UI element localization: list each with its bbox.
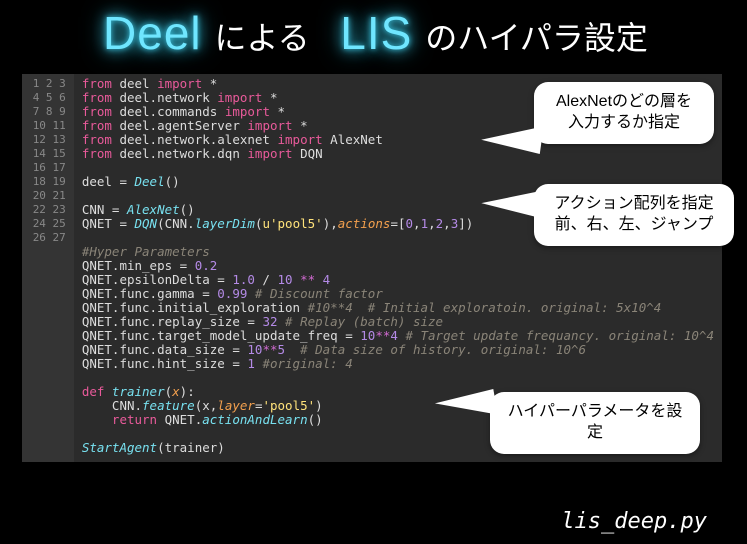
slide-root: Deel による LIS のハイパラ設定 1 2 3 4 5 6 7 8 9 1… (0, 0, 747, 544)
filename-label: lis_deep.py (561, 509, 707, 534)
callout-text: 前、右、左、ジャンプ (555, 216, 714, 233)
callout-text: ハイパーパラメータを設定 (508, 403, 683, 441)
title-jp1: による (215, 20, 310, 56)
callout-text: AlexNetのどの層を (556, 93, 692, 110)
callout-text: 入力するか指定 (568, 114, 680, 131)
title-jp2: のハイパラ設定 (425, 20, 648, 56)
line-number-gutter: 1 2 3 4 5 6 7 8 9 10 11 12 13 14 15 16 1… (22, 74, 74, 462)
title-brand-deel: Deel (99, 7, 206, 59)
title-brand-lis: LIS (336, 7, 416, 59)
callout-actions-spec: アクション配列を指定 前、右、左、ジャンプ (534, 184, 734, 246)
callout-layer-spec: AlexNetのどの層を 入力するか指定 (534, 82, 714, 144)
slide-title: Deel による LIS のハイパラ設定 (0, 6, 747, 60)
callout-text: アクション配列を指定 (554, 195, 713, 212)
callout-hyperparams: ハイパーパラメータを設定 (490, 392, 700, 454)
